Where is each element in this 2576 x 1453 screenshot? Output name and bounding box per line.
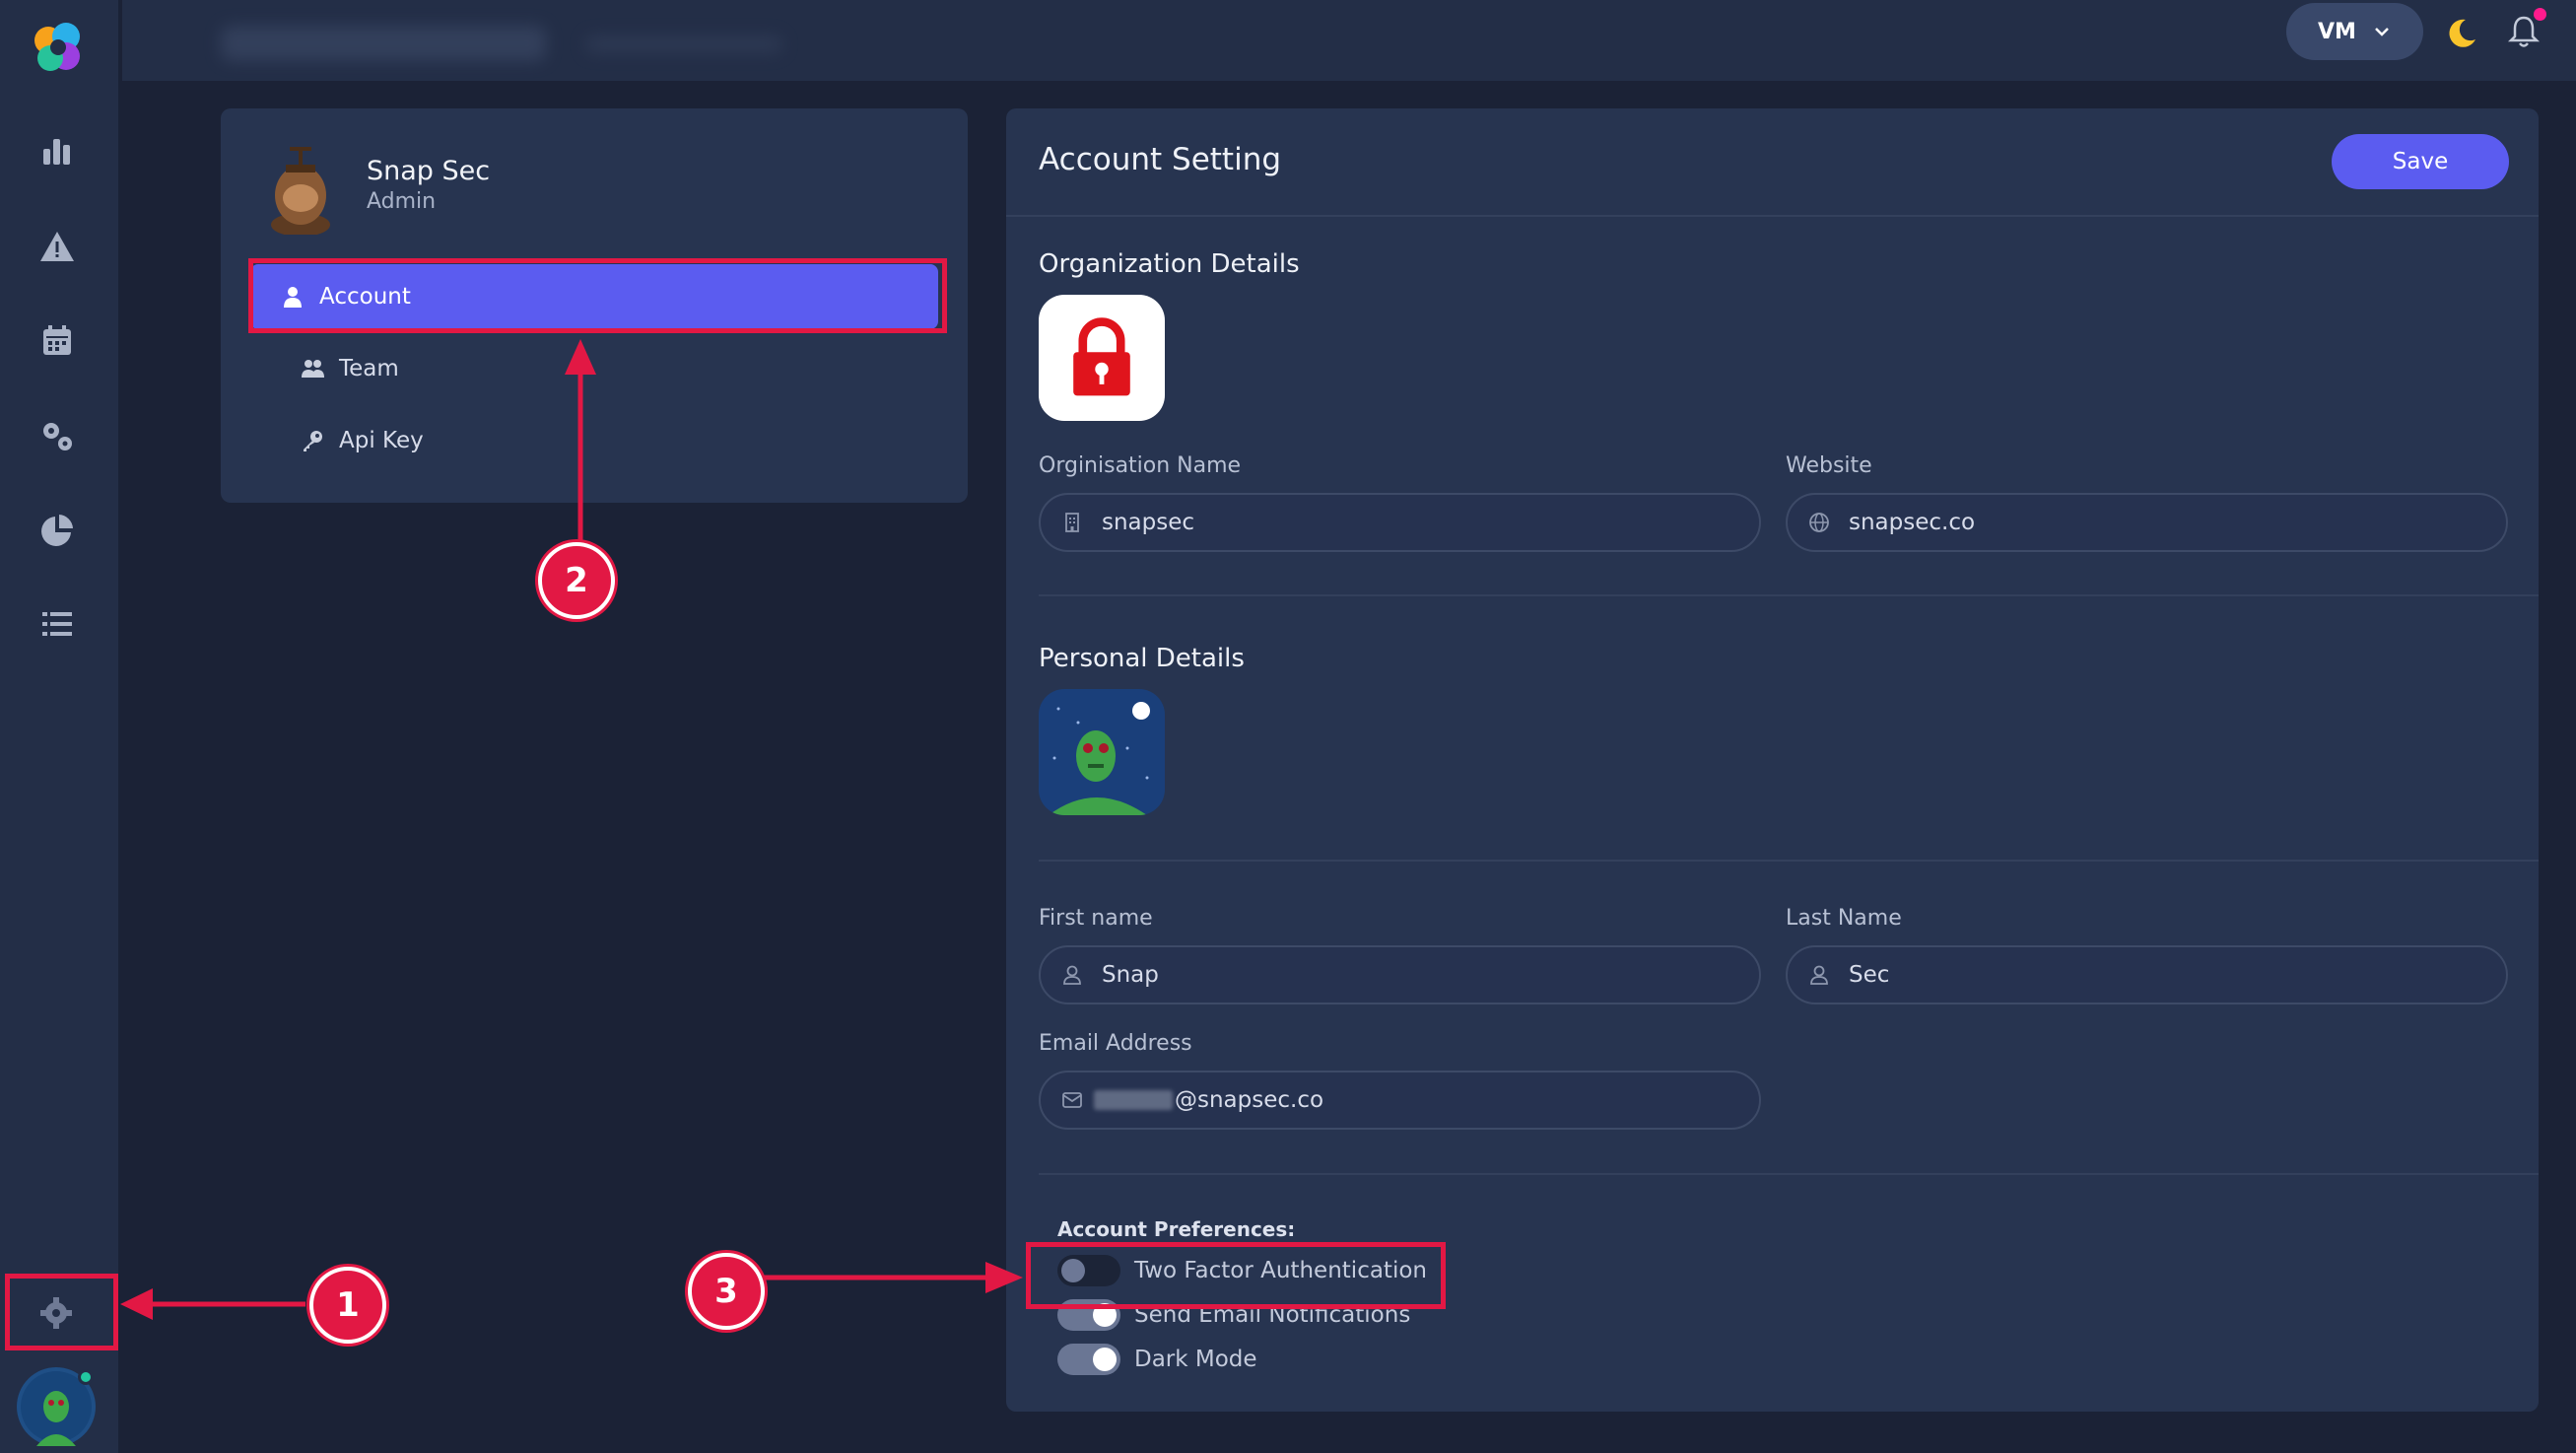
profile-role: Admin xyxy=(367,189,437,214)
app-logo[interactable] xyxy=(25,15,90,80)
settings-card: Account Setting Save Organization Detail… xyxy=(1006,108,2539,1412)
menu-item-label: Team xyxy=(339,356,399,381)
user-outline-icon xyxy=(1063,965,1081,985)
pref-label: Dark Mode xyxy=(1134,1347,1257,1372)
email-value: @snapsec.co xyxy=(1175,1087,1324,1113)
header-divider xyxy=(1006,215,2539,217)
user-avatar[interactable] xyxy=(17,1367,96,1446)
last-name-label: Last Name xyxy=(1786,906,1902,931)
org-name-label: Orginisation Name xyxy=(1039,453,1242,478)
topbar xyxy=(122,0,2576,81)
list-icon[interactable] xyxy=(33,599,82,649)
redacted-email-username xyxy=(1094,1090,1173,1110)
org-section-title: Organization Details xyxy=(1039,249,1300,279)
dark-mode-toggle[interactable] xyxy=(1057,1344,1120,1375)
email-field[interactable]: @snapsec.co xyxy=(1039,1071,1761,1130)
menu-item-api-key[interactable]: Api Key xyxy=(250,408,938,473)
analytics-icon[interactable] xyxy=(33,126,82,175)
save-button[interactable]: Save xyxy=(2332,134,2509,189)
first-name-label: First name xyxy=(1039,906,1153,931)
annotation-marker-3: 3 xyxy=(688,1253,765,1330)
personal-avatar[interactable] xyxy=(1039,689,1165,815)
envelope-icon xyxy=(1062,1092,1082,1108)
last-name-field[interactable]: Sec xyxy=(1786,945,2508,1004)
page-title: Account Setting xyxy=(1039,142,1282,177)
users-icon xyxy=(302,360,324,378)
annotation-marker-2: 2 xyxy=(538,542,615,619)
user-outline-icon xyxy=(1810,965,1828,985)
last-name-value: Sec xyxy=(1849,962,1890,988)
blurred-page-title xyxy=(221,26,546,61)
dark-mode-moon-icon[interactable] xyxy=(2442,14,2481,53)
building-icon xyxy=(1065,513,1079,532)
user-menu-button[interactable]: VM xyxy=(2286,3,2423,60)
sidebar xyxy=(0,0,120,1453)
org-name-value: snapsec xyxy=(1102,510,1195,535)
section-divider xyxy=(1039,1173,2539,1175)
notification-badge xyxy=(2534,8,2546,21)
org-name-field[interactable]: snapsec xyxy=(1039,493,1761,552)
key-icon xyxy=(304,431,322,451)
email-label: Email Address xyxy=(1039,1031,1192,1056)
annotation-box-settings xyxy=(5,1274,118,1350)
annotation-marker-1: 1 xyxy=(309,1267,386,1344)
blurred-breadcrumb xyxy=(585,35,782,53)
calendar-icon[interactable] xyxy=(33,315,82,365)
chevron-down-icon xyxy=(2375,28,2389,36)
website-value: snapsec.co xyxy=(1849,510,1976,535)
warning-icon[interactable] xyxy=(33,222,82,271)
online-status-dot xyxy=(78,1369,94,1385)
section-divider xyxy=(1039,594,2539,596)
section-divider xyxy=(1039,860,2539,862)
menu-item-label: Api Key xyxy=(339,428,424,453)
first-name-value: Snap xyxy=(1102,962,1159,988)
annotation-box-two-factor xyxy=(1026,1242,1446,1309)
pie-chart-icon[interactable] xyxy=(33,506,82,555)
website-field[interactable]: snapsec.co xyxy=(1786,493,2508,552)
cogs-icon[interactable] xyxy=(33,411,82,460)
personal-section-title: Personal Details xyxy=(1039,644,1245,673)
pref-dark-mode: Dark Mode xyxy=(1057,1344,1257,1375)
annotation-box-account xyxy=(248,258,947,333)
lock-icon xyxy=(1073,317,1130,396)
profile-name: Snap Sec xyxy=(367,156,491,186)
user-initials: VM xyxy=(2318,19,2356,44)
website-label: Website xyxy=(1786,453,1872,478)
globe-icon xyxy=(1809,513,1829,532)
organization-logo[interactable] xyxy=(1039,295,1165,421)
menu-item-team[interactable]: Team xyxy=(250,336,938,401)
profile-avatar xyxy=(271,147,330,235)
first-name-field[interactable]: Snap xyxy=(1039,945,1761,1004)
preferences-label: Account Preferences: xyxy=(1057,1217,1296,1241)
